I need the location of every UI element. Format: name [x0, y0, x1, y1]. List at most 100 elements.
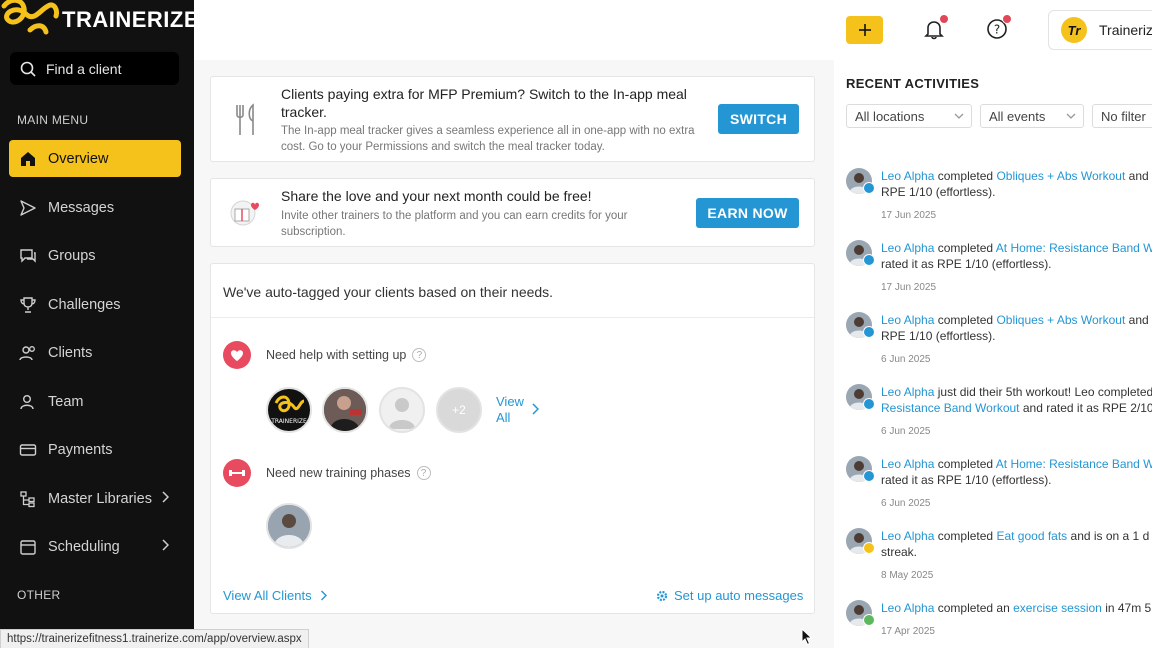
- check-badge-icon: [863, 470, 875, 482]
- client-name-link[interactable]: Leo Alpha: [881, 169, 934, 183]
- activity-date: 6 Jun 2025: [881, 354, 931, 365]
- workout-link[interactable]: Obliques + Abs Workout: [996, 169, 1125, 183]
- earn-now-button[interactable]: EARN NOW: [696, 198, 799, 228]
- chevron-right-icon: [532, 403, 539, 415]
- referral-banner-title: Share the love and your next month could…: [281, 188, 592, 204]
- workout-link[interactable]: At Home: Resistance Band W: [996, 457, 1152, 471]
- activity-text: Leo Alpha completed Obliques + Abs Worko…: [881, 312, 1152, 344]
- workout-link[interactable]: At Home: Resistance Band W: [996, 241, 1152, 255]
- events-filter[interactable]: All events: [980, 104, 1084, 128]
- more-clients-count[interactable]: +2: [436, 387, 482, 433]
- client-name-link[interactable]: Leo Alpha: [881, 529, 934, 543]
- no-filter-dropdown[interactable]: No filter: [1092, 104, 1152, 128]
- activity-date: 17 Apr 2025: [881, 626, 935, 637]
- gift-heart-icon: [225, 195, 265, 234]
- sidebar-item-master-libraries[interactable]: Master Libraries: [9, 480, 181, 517]
- sidebar-item-groups[interactable]: Groups: [9, 237, 181, 274]
- activity-line2: RPE 1/10 (effortless).: [881, 329, 996, 343]
- client-avatar[interactable]: [266, 503, 312, 549]
- activity-verb: just did their 5th workout! Leo complete…: [937, 385, 1152, 399]
- activity-line2: RPE 1/10 (effortless).: [881, 185, 996, 199]
- activity-verb: completed: [937, 169, 994, 183]
- activity-line2: and rated it as RPE 2/10: [1022, 401, 1152, 415]
- view-all-label: View All: [496, 394, 524, 425]
- client-name-link[interactable]: Leo Alpha: [881, 385, 934, 399]
- activity-line2: rated it as RPE 1/10 (effortless).: [881, 257, 1052, 271]
- need-phases-group: Need new training phases ?: [223, 459, 431, 487]
- exercise-badge-icon: [863, 614, 875, 626]
- client-name-link[interactable]: Leo Alpha: [881, 313, 934, 327]
- activities-title: RECENT ACTIVITIES: [846, 76, 980, 91]
- logo[interactable]: TRAINERIZE: [0, 0, 194, 40]
- sidebar-item-messages[interactable]: Messages: [9, 189, 181, 226]
- browser-status-url: https://trainerizefitness1.trainerize.co…: [0, 629, 309, 648]
- info-icon[interactable]: ?: [416, 466, 431, 480]
- workout-link[interactable]: Resistance Band Workout: [881, 401, 1020, 415]
- search-placeholder: Find a client: [46, 60, 122, 77]
- client-avatar[interactable]: [322, 387, 368, 433]
- activity-date: 6 Jun 2025: [881, 498, 931, 509]
- team-icon: [18, 392, 38, 412]
- brand-name: TRAINERIZE: [62, 7, 194, 32]
- activity-verb: completed: [937, 241, 994, 255]
- sidebar-item-overview[interactable]: Overview: [9, 140, 181, 177]
- add-button[interactable]: [846, 16, 883, 44]
- main-menu-label: MAIN MENU: [17, 113, 89, 127]
- activity-date: 6 Jun 2025: [881, 426, 931, 437]
- setup-auto-messages-link[interactable]: Set up auto messages: [656, 588, 803, 603]
- send-icon: [18, 198, 38, 218]
- activity-rest: and: [1128, 169, 1149, 183]
- sidebar-item-clients[interactable]: Clients: [9, 334, 181, 371]
- locations-filter[interactable]: All locations: [846, 104, 972, 128]
- referral-banner: Share the love and your next month could…: [210, 178, 815, 247]
- calendar-icon: [18, 537, 38, 557]
- view-all-clients-link[interactable]: View All Clients: [223, 588, 327, 603]
- meal-tracker-banner: Clients paying extra for MFP Premium? Sw…: [210, 76, 815, 162]
- chevron-right-icon: [161, 491, 170, 507]
- habit-link[interactable]: Eat good fats: [996, 529, 1067, 543]
- sidebar-item-scheduling[interactable]: Scheduling: [9, 528, 181, 565]
- referral-banner-description: Invite other trainers to the platform an…: [281, 210, 628, 238]
- sidebar-item-challenges[interactable]: Challenges: [9, 286, 181, 323]
- svg-text:?: ?: [994, 23, 1000, 37]
- sidebar-item-label: Clients: [48, 344, 93, 361]
- workout-link[interactable]: Obliques + Abs Workout: [996, 313, 1125, 327]
- info-icon[interactable]: ?: [412, 348, 427, 362]
- help-dot: [1002, 14, 1012, 24]
- activity-text: Leo Alpha completed At Home: Resistance …: [881, 240, 1152, 272]
- activity-text: Leo Alpha completed Obliques + Abs Worko…: [881, 168, 1152, 200]
- find-client-search[interactable]: Find a client: [10, 52, 179, 85]
- activity-date: 17 Jun 2025: [881, 282, 937, 293]
- account-menu[interactable]: Tr Trainerize: [1048, 10, 1152, 50]
- client-name-link[interactable]: Leo Alpha: [881, 601, 934, 615]
- sidebar-item-payments[interactable]: Payments: [9, 431, 181, 468]
- activity-text: Leo Alpha completed Eat good fats and is…: [881, 528, 1152, 560]
- client-name-link[interactable]: Leo Alpha: [881, 457, 934, 471]
- client-avatar[interactable]: TRAINERIZE: [266, 387, 312, 433]
- exercise-link[interactable]: exercise session: [1013, 601, 1102, 615]
- activity-rest: and: [1128, 313, 1149, 327]
- notifications-button[interactable]: [921, 14, 949, 42]
- sidebar-item-team[interactable]: Team: [9, 383, 181, 420]
- need-setup-group: Need help with setting up ?: [223, 341, 427, 369]
- switch-button[interactable]: SWITCH: [718, 104, 799, 134]
- other-label: OTHER: [17, 588, 61, 602]
- card-icon: [18, 440, 38, 460]
- sidebar-item-label: Payments: [48, 441, 113, 458]
- chevron-down-icon: [954, 113, 964, 119]
- chevron-down-icon: [1066, 113, 1076, 119]
- sidebar-item-label: Overview: [48, 150, 109, 167]
- sidebar-item-label: Team: [48, 393, 84, 410]
- activity-text: Leo Alpha completed At Home: Resistance …: [881, 456, 1152, 488]
- help-button[interactable]: ?: [984, 14, 1012, 42]
- fork-knife-icon: [231, 103, 261, 142]
- auto-tag-card: We've auto-tagged your clients based on …: [210, 263, 815, 614]
- client-avatar-placeholder[interactable]: [379, 387, 425, 433]
- client-name-link[interactable]: Leo Alpha: [881, 241, 934, 255]
- view-all-link[interactable]: View All: [496, 394, 532, 426]
- divider: [211, 317, 814, 318]
- account-name: Trainerize: [1099, 22, 1152, 38]
- activity-line2: streak.: [881, 545, 918, 559]
- chevron-right-icon: [320, 590, 327, 601]
- activity-date: 8 May 2025: [881, 570, 934, 581]
